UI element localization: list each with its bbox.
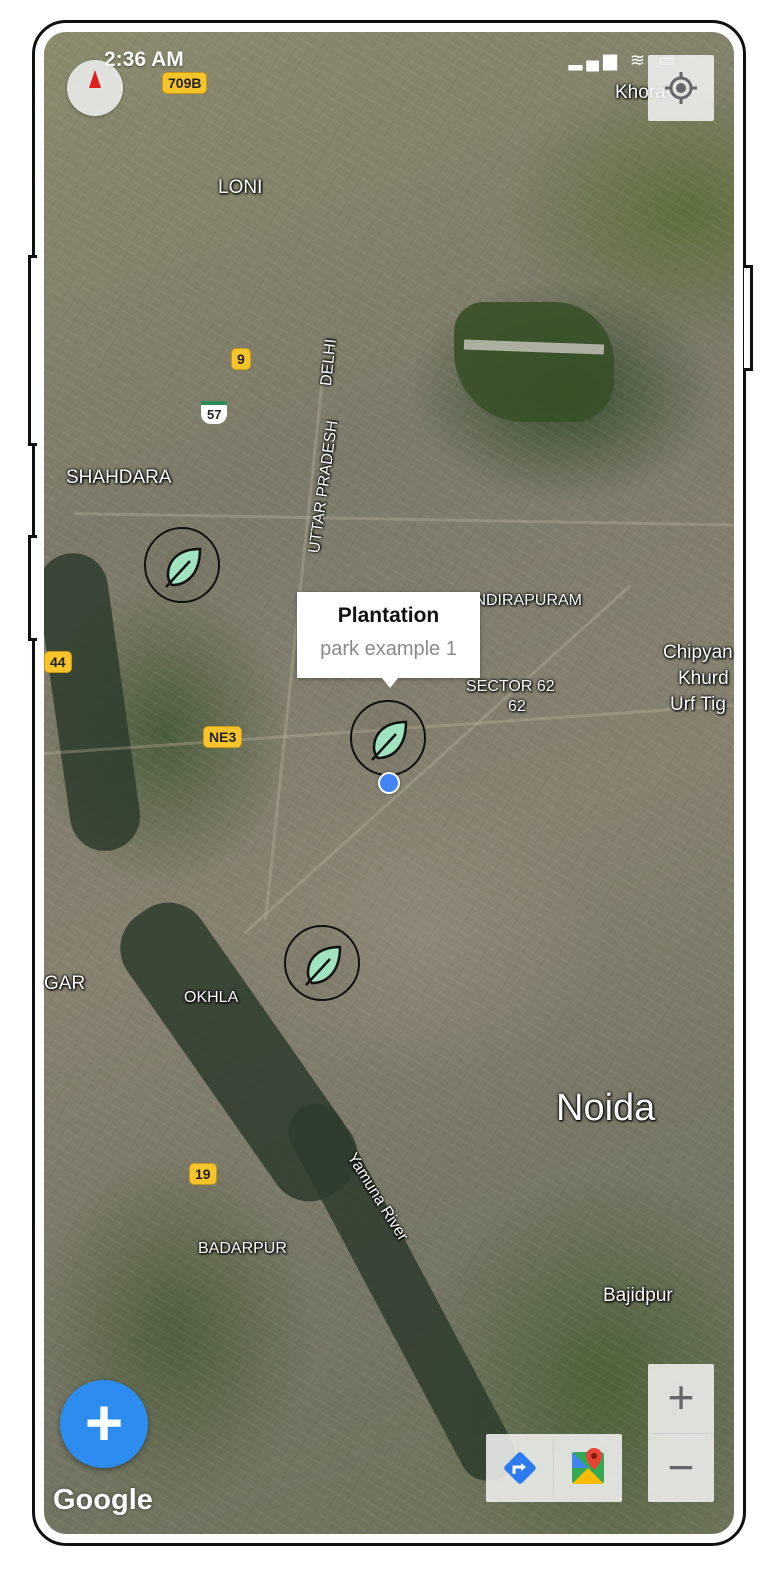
info-window-pointer [382, 678, 398, 688]
my-location-dot [378, 772, 400, 794]
airfield [454, 302, 614, 422]
plantation-marker-selected[interactable] [350, 700, 426, 776]
map-label-badarpur: BADARPUR [198, 1240, 287, 1257]
route-shield-57: 57 [201, 401, 228, 424]
phone-side-button-left-lower [28, 535, 37, 641]
status-time: 2:36 AM [104, 48, 184, 71]
phone-side-button-left [28, 255, 37, 446]
phone-side-button-right [744, 265, 753, 371]
info-window-title: Plantation [337, 604, 440, 627]
route-shield-19: 19 [189, 1163, 217, 1185]
route-shield-ne3: NE3 [203, 726, 243, 748]
directions-icon [504, 1452, 536, 1484]
zoom-controls: + − [648, 1364, 714, 1502]
map-label-chipyana-2: Khurd [678, 668, 729, 689]
google-maps-icon [572, 1448, 604, 1484]
crosshair-icon [665, 72, 697, 104]
map-label-shahdara: SHAHDARA [66, 467, 172, 488]
map-label-sector-62: SECTOR 62 [466, 678, 555, 695]
map-label-chipyana-3: Urf Tig [670, 694, 726, 715]
map-label-noida: Noida [556, 1087, 656, 1129]
route-shield-44: 44 [44, 651, 72, 673]
leaf-icon [371, 720, 408, 761]
plantation-marker[interactable] [284, 925, 360, 1001]
map-label-bajidpur: Bajidpur [603, 1285, 673, 1306]
directions-button[interactable] [486, 1434, 554, 1502]
leaf-icon [165, 547, 202, 588]
map-label-okhla: OKHLA [184, 989, 239, 1006]
compass-needle-icon [89, 70, 101, 88]
info-window-subtitle: park example 1 [320, 638, 457, 660]
open-in-maps-button[interactable] [554, 1434, 622, 1502]
route-shield-9: 9 [231, 348, 251, 370]
plantation-marker[interactable] [144, 527, 220, 603]
leaf-icon [305, 945, 342, 986]
my-location-button[interactable] [648, 55, 714, 121]
google-attribution: Google [53, 1484, 153, 1516]
zoom-out-button[interactable]: − [648, 1434, 714, 1502]
map-label-chipyana-1: Chipyan [663, 642, 733, 663]
map-label-loni: LONI [218, 177, 263, 198]
zoom-in-button[interactable]: + [648, 1364, 714, 1432]
map-label-indirapuram: INDIRAPURAM [470, 592, 583, 609]
add-plantation-button[interactable]: + [60, 1380, 148, 1468]
map-toolbar [486, 1434, 622, 1502]
marker-info-window[interactable]: Plantation park example 1 [297, 592, 480, 678]
compass-button[interactable] [67, 60, 123, 116]
route-shield-709b: 709B [162, 72, 208, 94]
map-label-sector-62-num: 62 [508, 698, 526, 715]
map-label-gar: GAR [44, 973, 86, 994]
